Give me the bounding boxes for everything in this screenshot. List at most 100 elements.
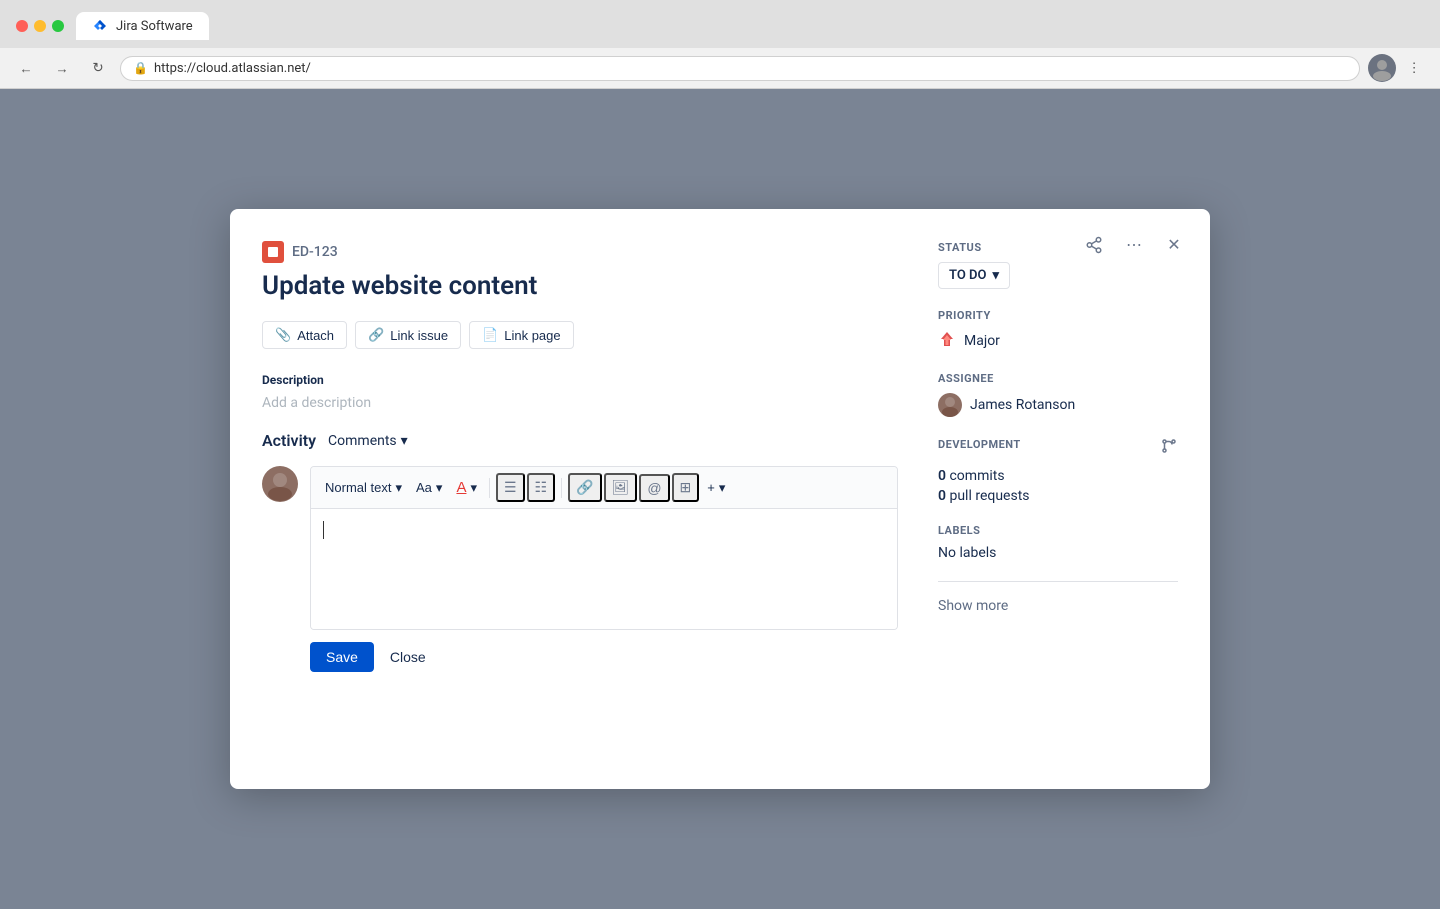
link-issue-label: Link issue: [390, 328, 448, 343]
address-bar[interactable]: 🔒 https://cloud.atlassian.net/: [120, 56, 1360, 81]
action-buttons: 📎 Attach 🔗 Link issue 📄 Link page: [262, 321, 898, 349]
description-placeholder[interactable]: Add a description: [262, 395, 898, 411]
editor-content[interactable]: [311, 509, 897, 629]
minimize-button[interactable]: [34, 20, 46, 32]
editor-cursor: [323, 521, 324, 539]
font-size-chevron: ▾: [436, 480, 443, 496]
branch-icon[interactable]: [1160, 437, 1178, 460]
forward-button[interactable]: →: [48, 54, 76, 82]
browser-menu-button[interactable]: ⋮: [1400, 54, 1428, 82]
reload-button[interactable]: ↻: [84, 54, 112, 82]
more-toolbar-button[interactable]: + ▾: [701, 476, 731, 500]
assignee-label: ASSIGNEE: [938, 372, 1178, 385]
share-button[interactable]: [1078, 229, 1110, 261]
lock-icon: 🔒: [133, 61, 148, 75]
cancel-button[interactable]: Close: [382, 642, 434, 672]
browser-user-avatar[interactable]: [1368, 54, 1396, 82]
link-button[interactable]: 🔗: [568, 473, 601, 502]
numbered-list-button[interactable]: ☷: [527, 473, 556, 502]
status-value: TO DO: [949, 268, 986, 283]
activity-label: Activity: [262, 431, 316, 450]
font-size-dropdown[interactable]: Aa ▾: [410, 476, 448, 500]
status-chevron-icon: ▾: [992, 268, 999, 283]
editor-container: Normal text ▾ Aa ▾ A ▾: [310, 466, 898, 672]
browser-navbar: ← → ↻ 🔒 https://cloud.atlassian.net/ ⋮: [0, 48, 1440, 89]
issue-id: ED-123: [292, 244, 338, 260]
editor-actions: Save Close: [310, 642, 898, 672]
modal-body: ED-123 Update website content 📎 Attach 🔗…: [262, 241, 1178, 672]
url-text: https://cloud.atlassian.net/: [154, 61, 311, 76]
commits-count: 0: [938, 468, 946, 484]
modal-left: ED-123 Update website content 📎 Attach 🔗…: [262, 241, 898, 672]
priority-row: Major: [938, 330, 1178, 352]
pr-stat: 0 pull requests: [938, 488, 1178, 504]
commits-stat: 0 commits: [938, 468, 1178, 484]
table-button[interactable]: ⊞: [672, 473, 700, 502]
text-style-dropdown[interactable]: Normal text ▾: [319, 476, 408, 500]
browser-tab[interactable]: Jira Software: [76, 12, 209, 40]
page-icon: 📄: [482, 327, 498, 343]
priority-value: Major: [964, 333, 1000, 349]
link-issue-button[interactable]: 🔗 Link issue: [355, 321, 461, 349]
nav-right: ⋮: [1368, 54, 1428, 82]
priority-section: PRIORITY Major: [938, 309, 1178, 352]
assignee-section: ASSIGNEE James Rotanson: [938, 372, 1178, 417]
issue-title: Update website content: [262, 271, 898, 301]
tab-title: Jira Software: [116, 19, 193, 34]
chevron-down-icon: ▾: [401, 433, 408, 449]
link-icon: 🔗: [368, 327, 384, 343]
browser-chrome: Jira Software ← → ↻ 🔒 https://cloud.atla…: [0, 0, 1440, 89]
development-section: DEVELOPMENT 0 commits 0 pull requests: [938, 437, 1178, 504]
save-button[interactable]: Save: [310, 642, 374, 672]
browser-content: ⋯ ✕ ED-123 Update website content �: [0, 89, 1440, 909]
text-style-label: Normal text: [325, 480, 391, 495]
development-label: DEVELOPMENT: [938, 438, 1021, 451]
more-icon: +: [707, 480, 715, 495]
close-button[interactable]: [16, 20, 28, 32]
image-button[interactable]: 🖼: [604, 473, 638, 502]
priority-label: PRIORITY: [938, 309, 1178, 322]
show-more[interactable]: Show more: [938, 598, 1178, 614]
description-label: Description: [262, 373, 898, 387]
assignee-row: James Rotanson: [938, 393, 1178, 417]
priority-icon: [938, 330, 956, 352]
toolbar-divider-2: [561, 478, 562, 498]
attach-icon: 📎: [275, 327, 291, 343]
jira-icon: [92, 18, 108, 34]
font-color-icon: A: [456, 479, 466, 496]
divider: [938, 581, 1178, 582]
current-user-avatar: [262, 466, 298, 502]
pr-count: 0: [938, 488, 946, 504]
comments-dropdown[interactable]: Comments ▾: [328, 433, 408, 449]
font-color-chevron: ▾: [470, 480, 477, 496]
labels-section: LABELS No labels: [938, 524, 1178, 561]
close-modal-button[interactable]: ✕: [1158, 229, 1190, 261]
assignee-value: James Rotanson: [970, 397, 1075, 413]
traffic-lights: [16, 20, 64, 32]
maximize-button[interactable]: [52, 20, 64, 32]
more-options-button[interactable]: ⋯: [1118, 229, 1150, 261]
font-size-label: Aa: [416, 480, 432, 495]
status-badge[interactable]: TO DO ▾: [938, 262, 1010, 289]
link-page-button[interactable]: 📄 Link page: [469, 321, 574, 349]
labels-value: No labels: [938, 545, 1178, 561]
browser-titlebar: Jira Software: [0, 0, 1440, 48]
labels-label: LABELS: [938, 524, 1178, 537]
activity-row: Activity Comments ▾: [262, 431, 898, 450]
comment-area: Normal text ▾ Aa ▾ A ▾: [262, 466, 898, 672]
modal-right: STATUS TO DO ▾ PRIORITY: [938, 241, 1178, 672]
modal-dialog: ⋯ ✕ ED-123 Update website content �: [230, 209, 1210, 789]
attach-button[interactable]: 📎 Attach: [262, 321, 347, 349]
back-button[interactable]: ←: [12, 54, 40, 82]
comments-label: Comments: [328, 433, 397, 449]
modal-header-actions: ⋯ ✕: [1078, 229, 1190, 261]
assignee-avatar: [938, 393, 962, 417]
bullet-list-button[interactable]: ☰: [496, 473, 525, 502]
font-color-dropdown[interactable]: A ▾: [450, 475, 483, 500]
issue-id-row: ED-123: [262, 241, 898, 263]
editor-toolbar: Normal text ▾ Aa ▾ A ▾: [311, 467, 897, 509]
mention-button[interactable]: @: [639, 474, 669, 502]
attach-label: Attach: [297, 328, 334, 343]
development-header: DEVELOPMENT: [938, 437, 1178, 460]
description-section: Description Add a description: [262, 373, 898, 411]
